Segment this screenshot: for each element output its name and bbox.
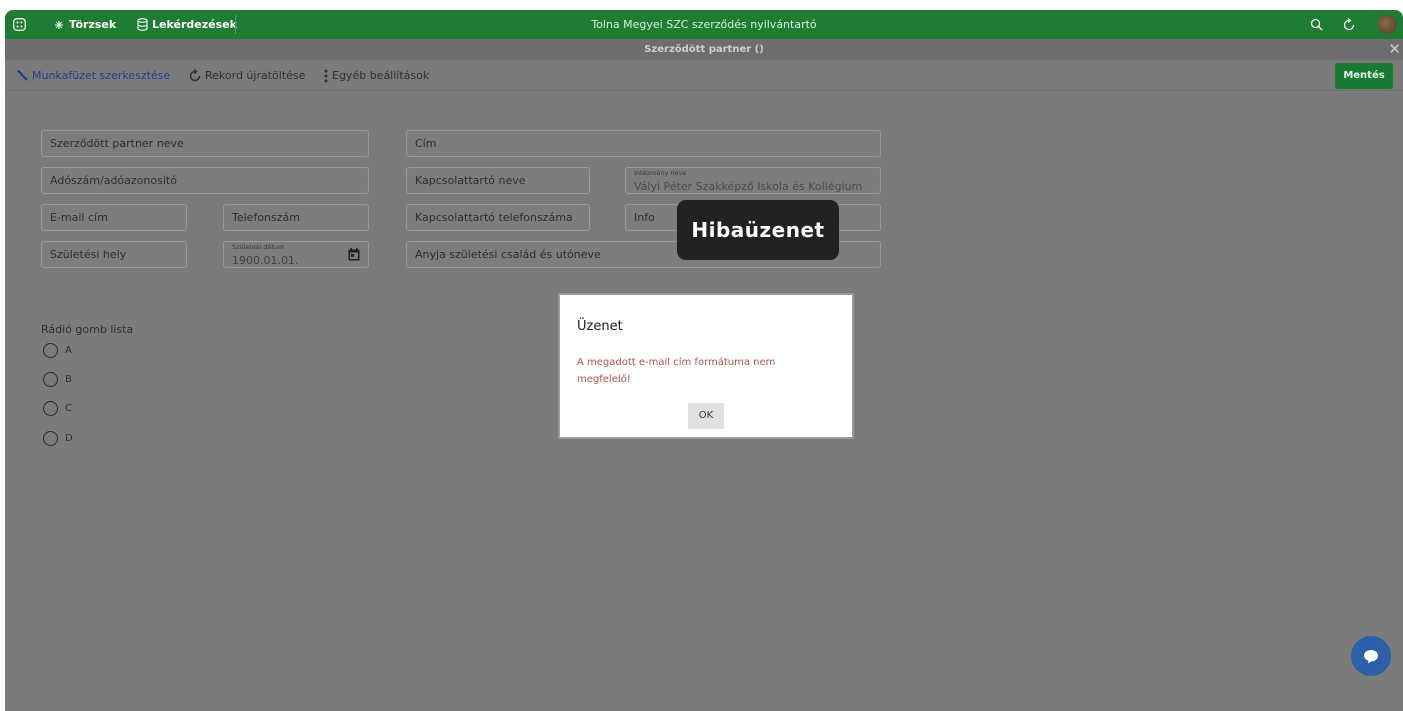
birth-date-field[interactable]: Születési dátum 1900.01.01.: [223, 241, 369, 268]
birth-date-value: 1900.01.01.: [232, 254, 299, 267]
other-settings-label: Egyéb beállítások: [332, 69, 430, 82]
window-title-bar: Szerződött partner () ✕: [5, 39, 1403, 60]
address-field[interactable]: Cím: [406, 130, 881, 157]
radio-option-label: B: [65, 373, 72, 385]
more-vertical-icon: [323, 69, 329, 83]
phone-placeholder: Telefonszám: [232, 211, 300, 224]
top-app-bar: Törzsek Lekérdezések Tolna Megyei SZC sz…: [5, 10, 1403, 39]
refresh-icon[interactable]: [1342, 10, 1356, 39]
toolbar: Munkafüzet szerkesztése Rekord újratölté…: [5, 60, 1403, 91]
radio-option-label: A: [65, 344, 72, 356]
radio-circle-icon: [43, 371, 58, 387]
edit-workbook-label: Munkafüzet szerkesztése: [32, 69, 171, 82]
tax-id-placeholder: Adószám/adóazonosító: [50, 174, 177, 187]
ok-button[interactable]: OK: [688, 403, 724, 429]
user-avatar[interactable]: [1378, 10, 1397, 39]
error-tooltip: Hibaüzenet: [677, 200, 839, 260]
radio-option-d[interactable]: D: [43, 428, 73, 448]
email-placeholder: E-mail cím: [50, 211, 108, 224]
institution-field[interactable]: Intézmény neve Vályi Péter Szakképző Isk…: [625, 167, 881, 194]
save-button[interactable]: Mentés: [1335, 63, 1393, 89]
tax-id-field[interactable]: Adószám/adóazonosító: [41, 167, 369, 194]
chat-button[interactable]: [1351, 636, 1391, 676]
phone-field[interactable]: Telefonszám: [223, 204, 369, 231]
contact-name-placeholder: Kapcsolattartó neve: [415, 174, 526, 187]
reload-icon: [188, 68, 202, 83]
radio-circle-icon: [43, 400, 58, 416]
reload-record-label: Rekord újratöltése: [205, 69, 306, 82]
address-placeholder: Cím: [415, 137, 437, 150]
radio-group-title: Rádió gomb lista: [41, 323, 134, 336]
partner-name-placeholder: Szerződött partner neve: [50, 137, 184, 150]
app-title: Tolna Megyei SZC szerződés nyilvántartó: [591, 18, 817, 31]
window-title: Szerződött partner (): [644, 44, 764, 55]
contact-phone-placeholder: Kapcsolattartó telefonszáma: [415, 211, 573, 224]
birth-place-placeholder: Születési hely: [50, 248, 127, 261]
wrench-icon: [15, 69, 29, 82]
edit-workbook-button[interactable]: Munkafüzet szerkesztése: [15, 60, 170, 91]
radio-option-c[interactable]: C: [43, 398, 72, 418]
radio-circle-icon: [43, 342, 58, 358]
info-placeholder: Info: [634, 211, 655, 224]
partner-name-field[interactable]: Szerződött partner neve: [41, 130, 369, 157]
birth-date-label: Születési dátum: [232, 243, 285, 251]
institution-value: Vályi Péter Szakképző Iskola és Kollégiu…: [634, 180, 863, 193]
calendar-icon[interactable]: [348, 248, 360, 261]
radio-option-label: C: [65, 402, 72, 414]
close-icon[interactable]: ✕: [1388, 39, 1401, 60]
mother-name-placeholder: Anyja születési család és utóneve: [415, 248, 601, 261]
message-dialog: Üzenet A megadott e-mail cím formátuma n…: [558, 293, 854, 439]
contact-name-field[interactable]: Kapcsolattartó neve: [406, 167, 590, 194]
contact-phone-field[interactable]: Kapcsolattartó telefonszáma: [406, 204, 590, 231]
institution-label: Intézmény neve: [634, 169, 687, 177]
search-icon[interactable]: [1310, 10, 1323, 39]
other-settings-button[interactable]: Egyéb beállítások: [323, 60, 429, 91]
radio-circle-icon: [43, 430, 58, 446]
radio-option-a[interactable]: A: [43, 340, 72, 360]
birth-place-field[interactable]: Születési hely: [41, 241, 187, 268]
radio-option-label: D: [65, 432, 73, 444]
reload-record-button[interactable]: Rekord újratöltése: [188, 60, 305, 91]
app-window: Törzsek Lekérdezések Tolna Megyei SZC sz…: [5, 10, 1403, 711]
dialog-error-message: A megadott e-mail cím formátuma nem megf…: [577, 357, 776, 385]
chat-bubble-icon: [1363, 649, 1379, 664]
radio-option-b[interactable]: B: [43, 369, 72, 389]
dialog-title: Üzenet: [577, 319, 623, 334]
email-field[interactable]: E-mail cím: [41, 204, 187, 231]
